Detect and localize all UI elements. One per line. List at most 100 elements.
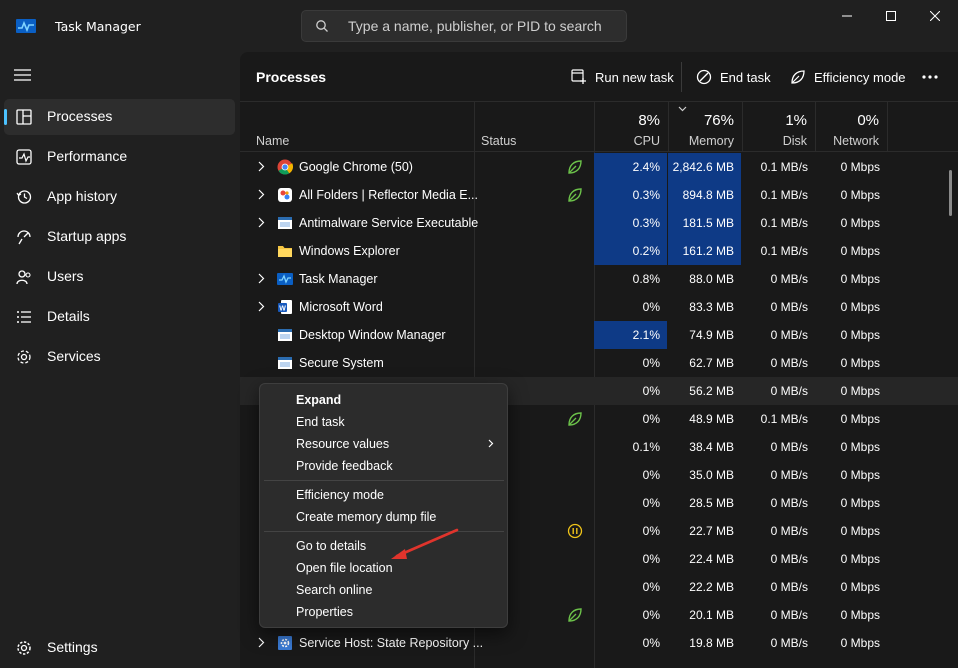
sidebar-item-settings[interactable]: Settings	[4, 630, 235, 666]
disk-cell: 0.1 MB/s	[760, 188, 808, 202]
table-row[interactable]: Antimalware Service Executable 0.3% 181.…	[240, 209, 958, 237]
disk-cell: 0 MB/s	[770, 552, 808, 566]
chevron-right-icon[interactable]	[258, 217, 265, 228]
maximize-button[interactable]	[868, 0, 914, 32]
network-cell: 0 Mbps	[840, 496, 880, 510]
close-button[interactable]	[912, 0, 958, 32]
network-cell: 0 Mbps	[840, 440, 880, 454]
search-input[interactable]	[348, 16, 618, 36]
cpu-cell: 0%	[642, 496, 660, 510]
efficiency-leaf-icon	[568, 188, 582, 202]
memory-cell: 83.3 MB	[689, 300, 734, 314]
memory-cell: 2,842.6 MB	[668, 153, 741, 181]
table-row[interactable]: Service Host: State Repository ... 0% 19…	[240, 629, 958, 657]
table-row[interactable]: Desktop Window Manager 2.1% 74.9 MB 0 MB…	[240, 321, 958, 349]
process-name: Google Chrome (50)	[299, 160, 413, 174]
process-name: Antimalware Service Executable	[299, 216, 479, 230]
menu-item-open-file-location[interactable]: Open file location	[296, 561, 393, 575]
memory-cell: 894.8 MB	[668, 181, 741, 209]
close-icon	[930, 11, 940, 21]
menu-item-go-to-details[interactable]: Go to details	[296, 539, 366, 553]
chevron-right-icon[interactable]	[258, 189, 265, 200]
more-options-icon[interactable]	[922, 68, 938, 86]
minimize-icon	[842, 15, 852, 17]
column-cpu-label: CPU	[633, 134, 660, 148]
maximize-icon	[886, 11, 896, 21]
column-header-disk[interactable]: 1% Disk	[742, 102, 815, 152]
sidebar-item-processes[interactable]: Processes	[4, 99, 235, 135]
process-name: Service Host: State Repository ...	[299, 636, 484, 650]
menu-item-efficiency-mode[interactable]: Efficiency mode	[296, 488, 384, 502]
table-row[interactable]: Secure System 0% 62.7 MB 0 MB/s 0 Mbps	[240, 349, 958, 377]
chrome-icon	[277, 159, 293, 175]
column-header-memory[interactable]: 76% Memory	[668, 102, 742, 152]
word-icon: W	[278, 300, 292, 314]
column-header-network[interactable]: 0% Network	[815, 102, 887, 152]
page-title: Processes	[256, 69, 327, 85]
efficiency-leaf-icon	[568, 412, 582, 426]
column-header-status[interactable]: Status	[474, 102, 594, 152]
menu-item-expand[interactable]: Expand	[296, 393, 341, 407]
run-new-task-icon	[571, 69, 586, 84]
memory-cell: 56.2 MB	[689, 384, 734, 398]
chevron-right-icon[interactable]	[258, 273, 265, 284]
minimize-button[interactable]	[824, 0, 870, 32]
network-cell: 0 Mbps	[840, 216, 880, 230]
window-app-icon	[278, 329, 292, 341]
scrollbar-thumb[interactable]	[949, 170, 952, 216]
menu-item-create-dump[interactable]: Create memory dump file	[296, 510, 436, 524]
disk-cell: 0 MB/s	[770, 384, 808, 398]
column-header-name[interactable]: Name	[240, 102, 474, 152]
cpu-cell: 0%	[642, 412, 660, 426]
chevron-right-icon[interactable]	[258, 161, 265, 172]
menu-item-resource-values[interactable]: Resource values	[296, 437, 389, 451]
sidebar-item-startup-apps[interactable]: Startup apps	[4, 219, 235, 255]
sidebar-item-label: Performance	[47, 148, 128, 164]
menu-item-search-online[interactable]: Search online	[296, 583, 372, 597]
column-header-cpu[interactable]: 8% CPU	[594, 102, 668, 152]
startup-icon	[17, 230, 31, 245]
table-row[interactable]: Google Chrome (50) 2.4% 2,842.6 MB 0.1 M…	[240, 153, 958, 181]
sidebar-item-users[interactable]: Users	[4, 259, 235, 295]
menu-item-end-task[interactable]: End task	[296, 415, 345, 429]
table-row[interactable]: All Folders | Reflector Media E... 0.3% …	[240, 181, 958, 209]
disk-cell: 0 MB/s	[770, 300, 808, 314]
menu-item-properties[interactable]: Properties	[296, 605, 353, 619]
chevron-right-icon	[488, 439, 494, 448]
table-row[interactable]: Windows Explorer 0.2% 161.2 MB 0.1 MB/s …	[240, 237, 958, 265]
gear-icon	[17, 641, 31, 655]
sidebar-item-performance[interactable]: Performance	[4, 139, 235, 175]
task-manager-logo-icon	[16, 19, 36, 33]
users-icon	[16, 270, 31, 285]
search-box[interactable]	[301, 10, 627, 42]
process-name: Task Manager	[299, 272, 378, 286]
table-row[interactable]: Task Manager 0.8% 88.0 MB 0 MB/s 0 Mbps	[240, 265, 958, 293]
menu-separator	[264, 531, 504, 532]
chevron-right-icon[interactable]	[258, 637, 265, 648]
sort-descending-icon	[678, 106, 687, 112]
disk-cell: 0 MB/s	[770, 496, 808, 510]
memory-cell: 62.7 MB	[689, 356, 734, 370]
process-name: Windows Explorer	[299, 244, 400, 258]
process-name: Desktop Window Manager	[299, 328, 446, 342]
memory-cell: 88.0 MB	[689, 272, 734, 286]
network-cell: 0 Mbps	[840, 636, 880, 650]
table-row[interactable]: W Microsoft Word 0% 83.3 MB 0 MB/s 0 Mbp…	[240, 293, 958, 321]
sidebar-item-services[interactable]: Services	[4, 339, 235, 375]
hamburger-menu-icon[interactable]	[14, 68, 31, 82]
efficiency-mode-button[interactable]: Efficiency mode	[790, 65, 906, 89]
sidebar-item-details[interactable]: Details	[4, 299, 235, 335]
network-cell: 0 Mbps	[840, 552, 880, 566]
chevron-right-icon[interactable]	[258, 301, 265, 312]
menu-item-provide-feedback[interactable]: Provide feedback	[296, 459, 393, 473]
run-new-task-button[interactable]: Run new task	[571, 65, 674, 89]
end-task-label: End task	[720, 69, 771, 85]
end-task-button[interactable]: End task	[696, 65, 771, 89]
network-cell: 0 Mbps	[840, 188, 880, 202]
network-total-percent: 0%	[857, 112, 879, 129]
sidebar-item-app-history[interactable]: App history	[4, 179, 235, 215]
network-cell: 0 Mbps	[840, 524, 880, 538]
cpu-cell: 0%	[642, 356, 660, 370]
toolbar: Processes Run new task End task Efficien…	[240, 52, 958, 102]
memory-cell: 20.1 MB	[689, 608, 734, 622]
